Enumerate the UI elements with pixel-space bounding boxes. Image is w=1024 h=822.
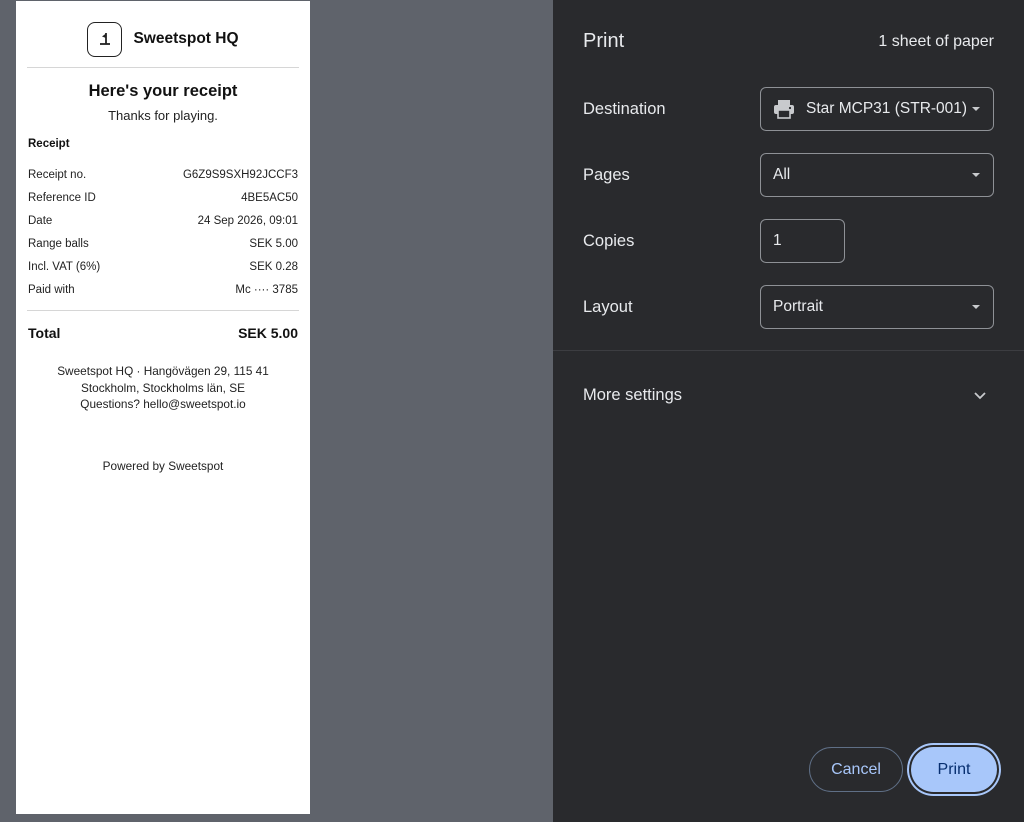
- divider: [27, 310, 299, 311]
- receipt-rows: Receipt no. G6Z9S9SXH92JCCF3 Reference I…: [28, 163, 298, 301]
- receipt-row: Paid with Mc ···· 3785: [28, 278, 298, 301]
- divider: [553, 350, 1024, 351]
- powered-by: Powered by Sweetspot: [102, 458, 224, 473]
- layout-setting: Layout Portrait: [583, 285, 994, 329]
- address-line: Stockholm, Stockholms län, SE: [81, 380, 245, 395]
- print-title: Print: [583, 30, 625, 52]
- receipt-section-heading: Receipt: [28, 138, 70, 150]
- sheet-count: 1 sheet of paper: [878, 32, 994, 50]
- row-label: Incl. VAT (6%): [28, 260, 101, 273]
- row-value: G6Z9S9SXH92JCCF3: [182, 168, 298, 181]
- printer-icon: [773, 99, 795, 119]
- dialog-buttons: Cancel Print: [809, 747, 997, 792]
- print-preview-area: Sweetspot HQ Here's your receipt Thanks …: [0, 0, 553, 822]
- pages-value: All: [773, 166, 791, 183]
- total-value: SEK 5.00: [238, 325, 298, 341]
- print-header: Print 1 sheet of paper: [583, 30, 994, 53]
- destination-value: Star MCP31 (STR-001): [806, 100, 966, 117]
- contact-line: Questions? hello@sweetspot.io: [80, 397, 246, 411]
- pages-select[interactable]: All: [760, 153, 994, 197]
- receipt-row: Reference ID 4BE5AC50: [28, 186, 298, 209]
- destination-label: Destination: [583, 99, 666, 118]
- chevron-down-icon: [972, 173, 980, 177]
- row-value: 4BE5AC50: [241, 191, 298, 204]
- row-value: SEK 5.00: [249, 237, 298, 250]
- receipt-row: Date 24 Sep 2026, 09:01: [28, 209, 298, 232]
- more-settings-label: More settings: [583, 385, 683, 404]
- chevron-down-icon: [972, 107, 980, 111]
- layout-label: Layout: [583, 297, 633, 316]
- row-value: SEK 0.28: [249, 260, 298, 273]
- row-label: Date: [28, 214, 53, 227]
- receipt-address: Sweetspot HQ · Hangövägen 29, 115 41 Sto…: [28, 363, 298, 413]
- receipt-brand: Sweetspot HQ: [28, 11, 298, 67]
- copies-label: Copies: [583, 231, 635, 250]
- print-settings-panel: Print 1 sheet of paper Destination Star …: [553, 0, 1024, 822]
- receipt-row: Receipt no. G6Z9S9SXH92JCCF3: [28, 163, 298, 186]
- pages-setting: Pages All: [583, 153, 994, 197]
- receipt-title: Here's your receipt: [88, 82, 238, 100]
- brand-name: Sweetspot HQ: [133, 30, 239, 47]
- row-label: Receipt no.: [28, 168, 87, 181]
- pages-label: Pages: [583, 165, 630, 184]
- receipt-page: Sweetspot HQ Here's your receipt Thanks …: [16, 1, 310, 814]
- receipt-total: Total SEK 5.00: [28, 325, 298, 341]
- print-button[interactable]: Print: [911, 747, 997, 792]
- copies-input[interactable]: 1: [760, 219, 845, 263]
- cancel-button[interactable]: Cancel: [809, 747, 903, 792]
- receipt-row: Range balls SEK 5.00: [28, 232, 298, 255]
- divider: [27, 67, 299, 68]
- row-label: Reference ID: [28, 191, 96, 204]
- flag-logo-icon: [87, 21, 123, 57]
- receipt-row: Incl. VAT (6%) SEK 0.28: [28, 255, 298, 278]
- layout-value: Portrait: [773, 298, 823, 315]
- destination-setting: Destination Star MCP31 (STR-001): [583, 87, 994, 131]
- row-value: 24 Sep 2026, 09:01: [197, 214, 298, 227]
- layout-select[interactable]: Portrait: [760, 285, 994, 329]
- address-line: Sweetspot HQ · Hangövägen 29, 115 41: [57, 364, 269, 378]
- row-label: Range balls: [28, 237, 89, 250]
- chevron-down-icon: [973, 391, 987, 400]
- receipt-subtitle: Thanks for playing.: [108, 108, 218, 123]
- row-value: Mc ···· 3785: [235, 283, 298, 296]
- more-settings-toggle[interactable]: More settings: [583, 378, 994, 412]
- destination-select[interactable]: Star MCP31 (STR-001): [760, 87, 994, 131]
- chevron-down-icon: [972, 305, 980, 309]
- copies-setting: Copies 1: [583, 219, 994, 263]
- row-label: Paid with: [28, 283, 75, 296]
- total-label: Total: [28, 325, 61, 341]
